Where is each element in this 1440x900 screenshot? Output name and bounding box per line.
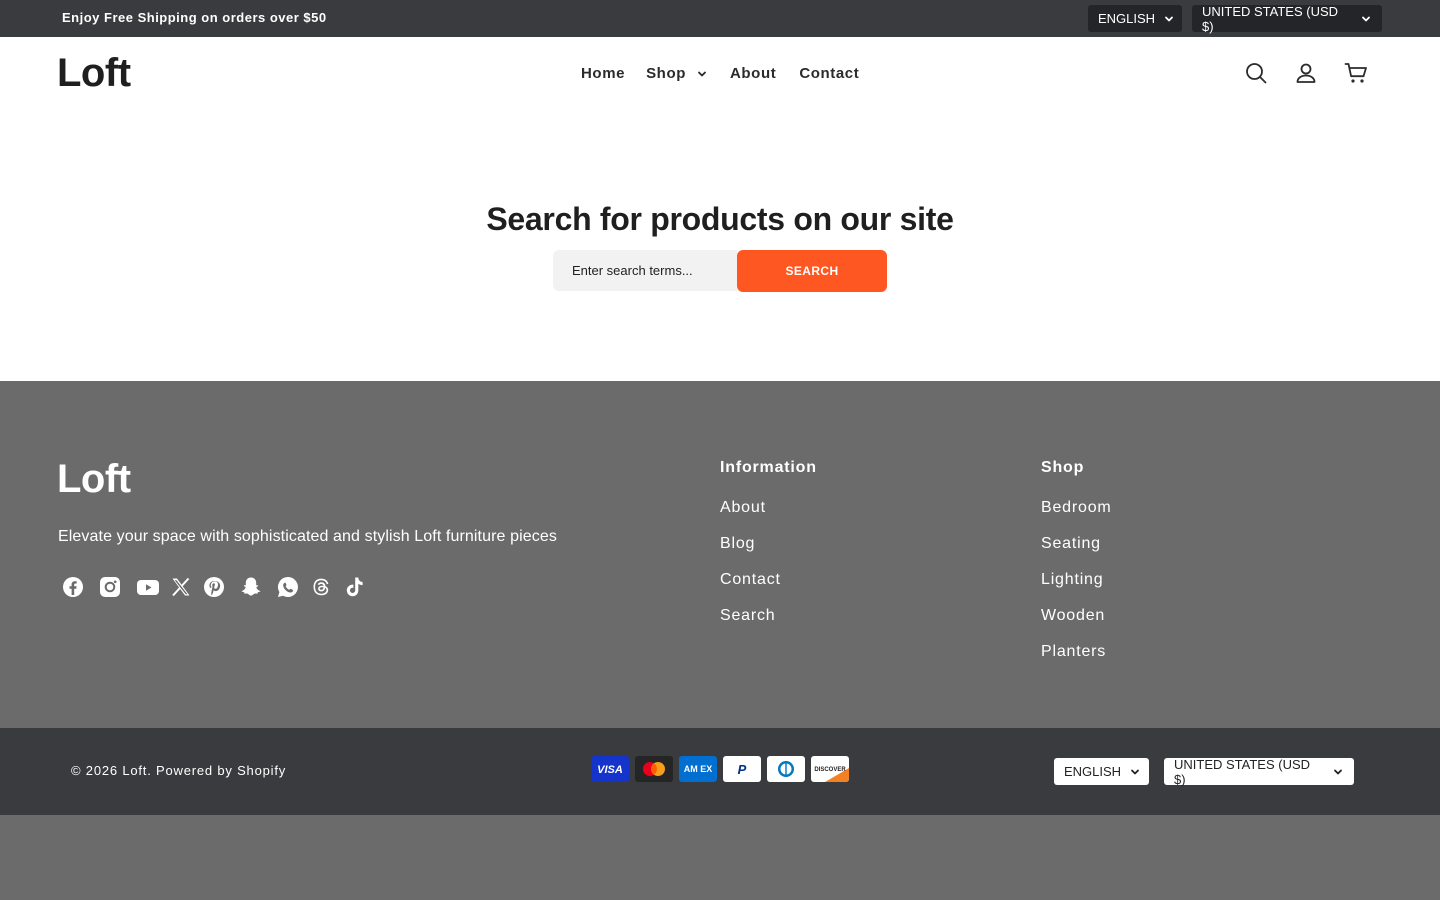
language-label: ENGLISH <box>1098 11 1156 26</box>
nav-item-home[interactable]: Home <box>581 65 625 82</box>
chevron-down-icon <box>1163 13 1175 25</box>
search-button[interactable]: SEARCH <box>737 250 887 292</box>
nav-label: About <box>729 65 777 82</box>
paypal-icon: P <box>723 756 761 782</box>
footer-link-about[interactable]: About <box>720 499 781 535</box>
footer-link-wooden[interactable]: Wooden <box>1041 607 1112 643</box>
currency-label: UNITED STATES (USD $) <box>1174 756 1311 787</box>
account-icon[interactable] <box>1294 61 1318 85</box>
visa-icon: VISA <box>591 756 629 782</box>
svg-text:VISA: VISA <box>597 764 623 776</box>
cart-icon[interactable] <box>1344 61 1368 85</box>
search-page-title: Search for products on our site <box>486 201 954 237</box>
chevron-down-icon <box>1129 766 1141 778</box>
site-logo[interactable]: Loft <box>57 51 131 96</box>
footer-col-information-title: Information <box>720 459 817 476</box>
footer-tagline: Elevate your space with sophisticated an… <box>58 528 557 545</box>
diners-icon <box>767 756 805 782</box>
footer-col-information: About Blog Contact Search <box>720 499 781 643</box>
copyright: © 2026 Loft. Powered by Shopify <box>71 763 287 778</box>
site-header: Loft Home Shop About Contact Search for … <box>0 37 1440 381</box>
threads-icon[interactable] <box>310 576 332 598</box>
main-nav: Home Shop About Contact <box>581 65 859 82</box>
footer-link-seating[interactable]: Seating <box>1041 535 1112 571</box>
chevron-down-icon <box>1360 13 1372 25</box>
footer-logo[interactable]: Loft <box>57 457 131 502</box>
nav-label: Home <box>581 65 626 82</box>
payment-icons: VISA AM EX P DISCOVER <box>591 756 849 782</box>
mastercard-icon <box>635 756 673 782</box>
pinterest-icon[interactable] <box>203 576 225 598</box>
footer-link-contact[interactable]: Contact <box>720 571 781 607</box>
snapchat-icon[interactable] <box>240 576 262 598</box>
whatsapp-icon[interactable] <box>277 576 299 598</box>
search-input[interactable] <box>553 250 737 291</box>
svg-text:P: P <box>738 762 747 777</box>
currency-selector-bottom[interactable]: UNITED STATES (USD $) <box>1164 756 1354 787</box>
nav-item-about[interactable]: About <box>730 65 776 82</box>
nav-label: Contact <box>799 65 860 82</box>
footer-link-lighting[interactable]: Lighting <box>1041 571 1112 607</box>
footer-link-blog[interactable]: Blog <box>720 535 781 571</box>
header-icons <box>1244 61 1368 85</box>
currency-selector-top[interactable]: UNITED STATES (USD $) <box>1192 3 1382 34</box>
tiktok-icon[interactable] <box>344 576 366 598</box>
svg-text:DISCOVER: DISCOVER <box>814 767 846 773</box>
currency-label: UNITED STATES (USD $) <box>1202 3 1339 34</box>
amex-icon: AM EX <box>679 756 717 782</box>
discover-icon: DISCOVER <box>811 756 849 782</box>
footer-bottom-bar: © 2026 Loft. Powered by Shopify VISA AM … <box>0 728 1440 815</box>
search-icon[interactable] <box>1244 61 1268 85</box>
site-footer: Loft Elevate your space with sophisticat… <box>0 381 1440 728</box>
nav-item-contact[interactable]: Contact <box>799 65 859 82</box>
footer-link-planters[interactable]: Planters <box>1041 643 1112 679</box>
facebook-icon[interactable] <box>62 576 84 598</box>
footer-col-shop: Bedroom Seating Lighting Wooden Planters <box>1041 499 1112 679</box>
language-selector-bottom[interactable]: ENGLISH <box>1054 758 1149 785</box>
chevron-down-icon <box>1332 766 1344 778</box>
announcement-message: Enjoy Free Shipping on orders over $50 <box>62 10 327 25</box>
language-label: ENGLISH <box>1064 764 1122 779</box>
social-links <box>62 576 366 598</box>
chevron-down-icon <box>696 68 708 80</box>
nav-label: Shop <box>646 65 686 82</box>
footer-link-search[interactable]: Search <box>720 607 781 643</box>
youtube-icon[interactable] <box>137 576 159 598</box>
footer-link-bedroom[interactable]: Bedroom <box>1041 499 1112 535</box>
x-icon[interactable] <box>170 576 192 598</box>
footer-col-shop-title: Shop <box>1041 459 1085 476</box>
instagram-icon[interactable] <box>99 576 121 598</box>
announcement-bar: Enjoy Free Shipping on orders over $50 E… <box>0 0 1440 37</box>
language-selector-top[interactable]: ENGLISH <box>1088 5 1182 32</box>
nav-item-shop[interactable]: Shop <box>646 65 708 82</box>
svg-text:AM EX: AM EX <box>684 764 713 774</box>
